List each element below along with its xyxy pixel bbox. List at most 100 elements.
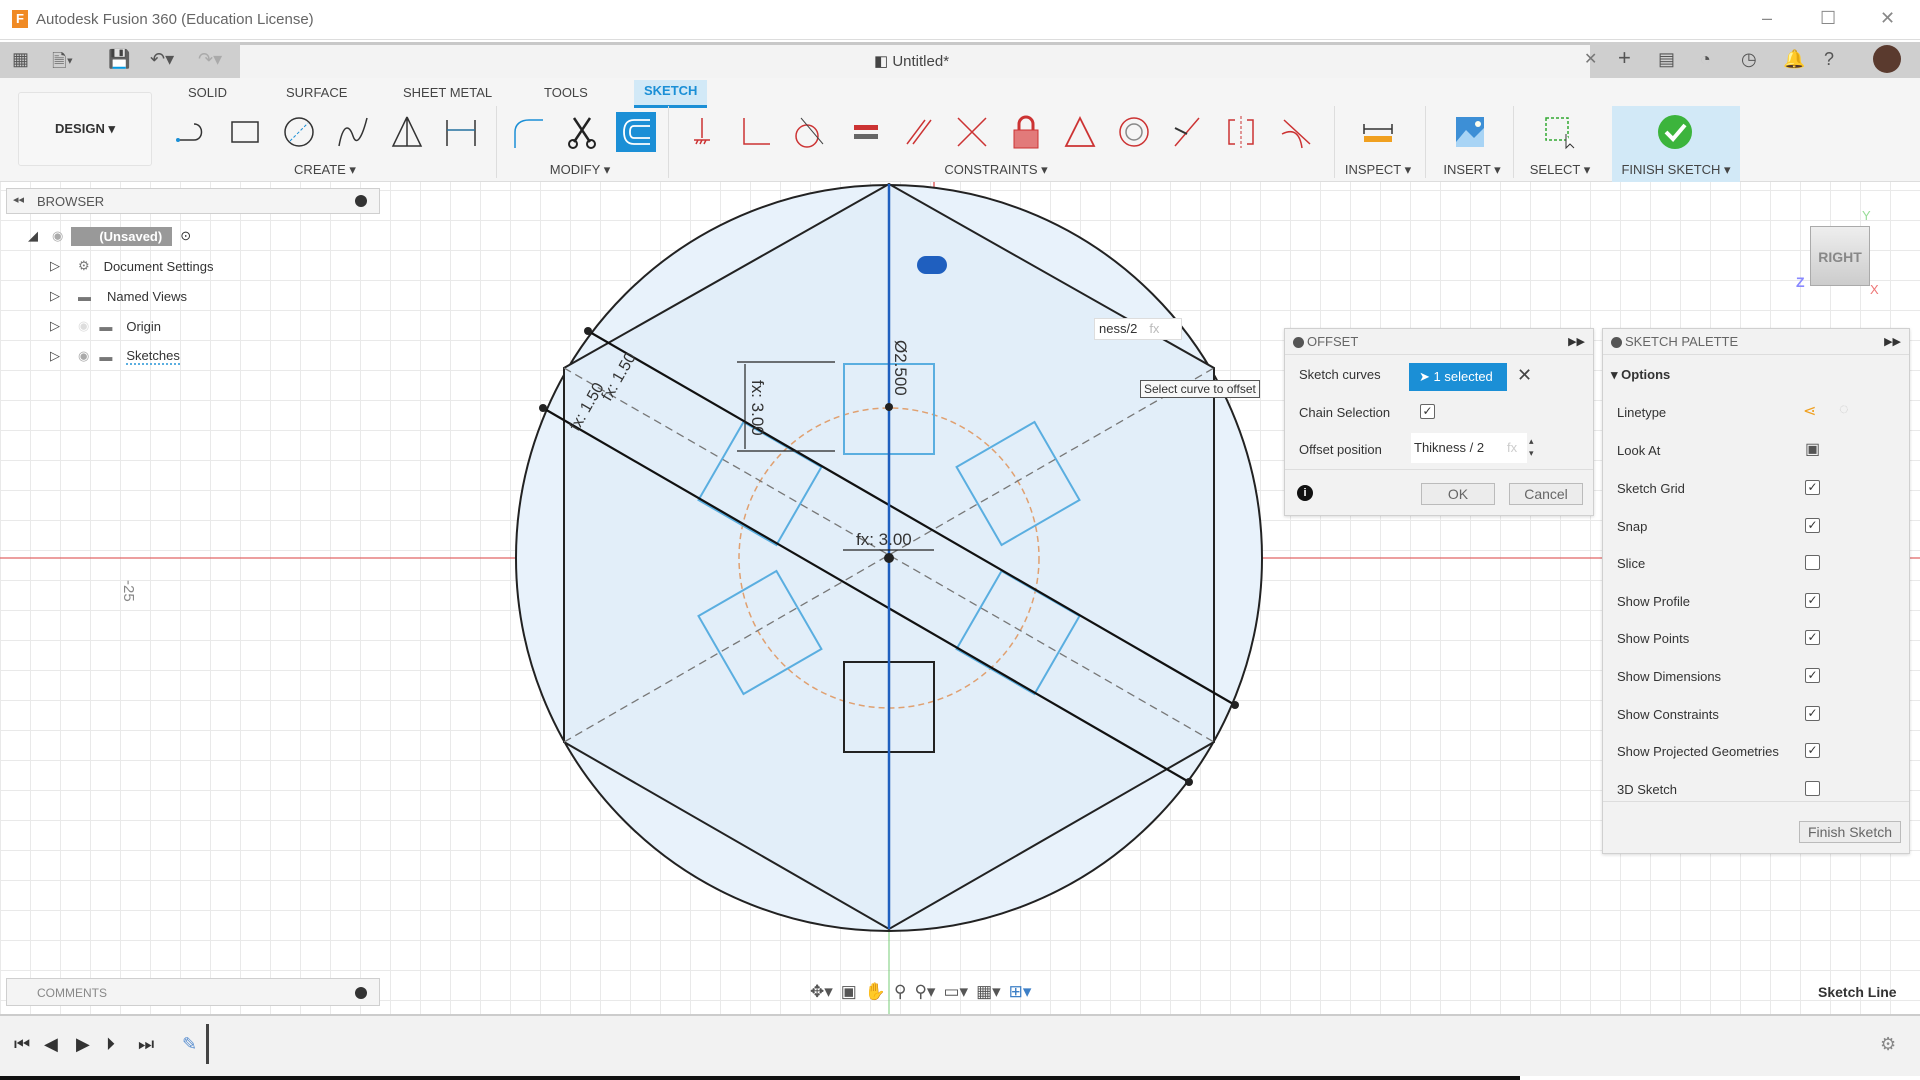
look-at-icon[interactable]: ▣ [1805,439,1820,459]
zoom-icon[interactable]: ⚲ [894,982,906,1002]
offset-header[interactable]: OFFSET ▶▶ [1285,329,1593,355]
browser-item-origin[interactable]: ▷ ◉ ▬ Origin [50,313,161,339]
chain-selection-checkbox[interactable]: ✓ [1420,404,1435,419]
browser-pin-icon[interactable] [355,195,367,207]
go-to-end-button[interactable]: ⏭ [138,1034,154,1055]
item-label: Document Settings [103,258,214,274]
visibility-eye-icon[interactable]: ◉ [78,318,89,334]
offset-position-input[interactable]: Thikness / 2 fx [1411,433,1527,463]
taskbar-strip [0,1076,1520,1080]
option-label: 3D Sketch [1617,781,1677,797]
expand-icon[interactable]: ▶▶ [1568,329,1585,355]
root-component-label: (Unsaved) [71,226,173,246]
grid-settings-icon[interactable]: ▦▾ [976,982,1001,1002]
option-label: Show Constraints [1617,706,1719,722]
offset-position-value: Thikness / 2 [1414,440,1485,455]
option-label: Show Dimensions [1617,669,1722,684]
ok-button[interactable]: OK [1421,483,1495,505]
expand-icon[interactable]: ▶▶ [1884,329,1901,355]
construction-linetype-icon[interactable]: ⋖ [1803,401,1816,421]
timeline-settings-gear-icon[interactable]: ⚙ [1880,1034,1896,1055]
ruler-label: -25 [120,580,137,602]
offset-stepper[interactable]: ▴ ▾ [1529,435,1534,459]
cancel-button[interactable]: Cancel [1509,483,1583,505]
option-label: Sketch Grid [1617,481,1685,496]
option-checkbox[interactable]: ✓ [1805,592,1820,608]
option-checkbox[interactable]: ✓ [1805,480,1820,495]
sketch-curves-label: Sketch curves [1299,367,1381,382]
collapse-icon[interactable] [1611,337,1622,348]
play-button[interactable]: ▶ [76,1034,90,1055]
visibility-eye-icon[interactable]: ◉ [52,228,63,244]
fx-icon[interactable]: fx [1507,433,1517,463]
divider [1603,801,1909,802]
option-checkbox[interactable]: ✓ [1805,517,1820,533]
comments-title: COMMENTS [37,986,107,1000]
visibility-eye-icon[interactable]: ◉ [78,348,89,364]
option-label: Show Profile [1617,593,1690,609]
navigation-bar: ✥▾ ▣ ✋ ⚲ ⚲▾ ▭▾ ▦▾ ⊞▾ [810,978,1110,1006]
fit-icon[interactable]: ⚲▾ [914,982,935,1002]
inline-offset-input[interactable]: ness/2 fx [1094,318,1182,340]
item-label: Origin [126,318,162,334]
option-checkbox[interactable]: ✓ [1805,668,1820,683]
timeline [0,1014,1920,1076]
browser-root-item[interactable]: ◢ ◉ (Unsaved) ⊙ [28,223,191,249]
viewports-icon[interactable]: ⊞▾ [1009,982,1032,1002]
palette-header[interactable]: SKETCH PALETTE ▶▶ [1603,329,1909,355]
timeline-marker[interactable] [206,1024,209,1064]
options-section[interactable]: ▾ Options [1611,367,1670,383]
browser-item-sketches[interactable]: ▷ ◉ ▬ Sketches [50,343,180,369]
gear-icon: ⚙ [78,258,90,273]
viewcube[interactable]: RIGHT [1810,226,1870,286]
divider [1285,469,1593,470]
option-label: Show Points [1617,631,1690,647]
go-to-start-button[interactable]: ⏮ [14,1034,30,1055]
folder-icon: ▬ [78,288,91,304]
expand-triangle-icon[interactable]: ▷ [50,318,64,334]
folder-icon: ▬ [99,348,113,364]
tooltip: Select curve to offset [1140,380,1260,398]
orbit-icon[interactable]: ✥▾ [810,982,833,1002]
cursor-arrow-icon: ➤ [1419,369,1434,384]
browser-item-named-views[interactable]: ▷ ▬ Named Views [50,283,187,309]
timeline-sketch-feature-icon[interactable]: ✎ [182,1034,197,1055]
comments-panel[interactable]: COMMENTS [6,978,380,1006]
option-label: Show Projected Geometries [1617,744,1779,760]
expand-triangle-icon[interactable]: ▷ [50,258,64,274]
item-label: Sketches [126,347,180,365]
option-checkbox[interactable]: ✓ [1805,705,1820,721]
centerline-linetype-icon[interactable]: ◌ [1839,401,1849,419]
expand-triangle-icon[interactable]: ▷ [50,348,64,364]
expand-triangle-icon[interactable]: ▷ [50,288,64,304]
option-checkbox[interactable]: ✓ [1805,630,1820,646]
palette-title: SKETCH PALETTE [1625,334,1739,349]
option-checkbox[interactable] [1805,780,1820,796]
selection-count: 1 selected [1433,369,1493,384]
collapse-browser-icon[interactable]: ◂◂ [13,193,24,206]
expanded-triangle-icon[interactable]: ◢ [28,228,42,244]
browser-panel-header[interactable]: ◂◂ BROWSER [6,188,380,214]
pan-hand-icon[interactable]: ✋ [865,982,886,1002]
browser-item-document-settings[interactable]: ▷ ⚙ Document Settings [50,253,214,279]
collapse-icon[interactable] [1293,337,1304,348]
viewcube-x-axis: X [1870,282,1879,297]
step-forward-button[interactable]: ⏵ [106,1034,115,1055]
clear-selection-button[interactable]: ✕ [1517,365,1532,386]
activate-radio-icon[interactable]: ⊙ [180,228,191,244]
viewcube-z-axis: Z [1796,274,1805,290]
comments-add-icon[interactable] [355,987,367,999]
sketch-curves-selection[interactable]: ➤ 1 selected [1409,363,1507,391]
midpoint-glyph [917,256,947,274]
display-settings-icon[interactable]: ▭▾ [943,982,968,1002]
option-checkbox[interactable]: ✓ [1805,743,1820,759]
finish-sketch-button[interactable]: Finish Sketch [1799,821,1901,843]
step-back-button[interactable]: ◀ [44,1034,58,1055]
folder-icon: ▬ [99,318,113,334]
option-checkbox[interactable] [1805,555,1820,571]
look-at-icon[interactable]: ▣ [841,982,857,1002]
linetype-label: Linetype [1617,405,1667,420]
info-icon[interactable]: i [1297,485,1313,501]
offset-position-label: Offset position [1299,442,1382,457]
viewcube-y-axis: Y [1862,208,1871,223]
